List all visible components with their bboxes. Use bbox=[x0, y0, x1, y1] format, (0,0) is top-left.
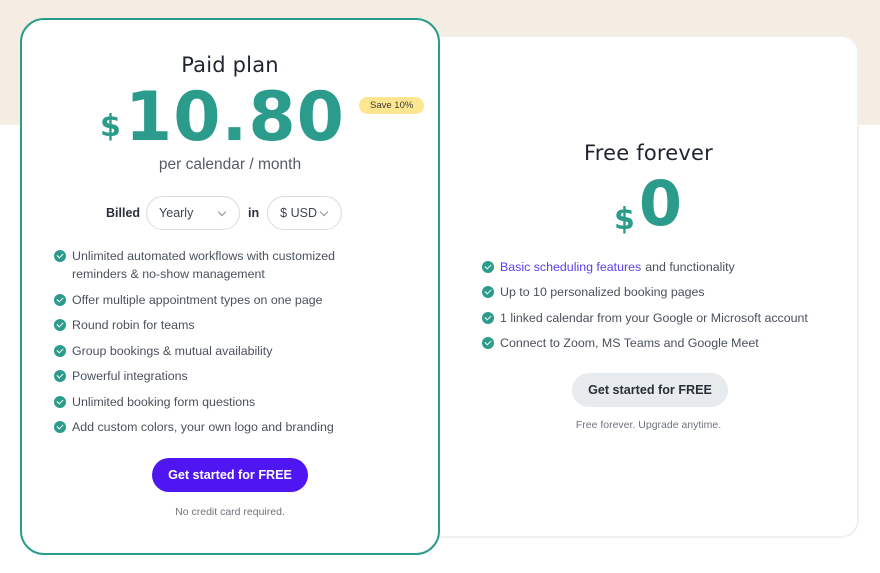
billing-frequency-value: Yearly bbox=[159, 206, 194, 220]
feature-item: Add custom colors, your own logo and bra… bbox=[54, 418, 364, 436]
check-circle-icon bbox=[54, 370, 66, 382]
check-circle-icon bbox=[482, 337, 494, 350]
free-get-started-button[interactable]: Get started for FREE bbox=[572, 373, 728, 407]
currency-symbol: $ bbox=[100, 109, 121, 144]
feature-text: Round robin for teams bbox=[72, 318, 195, 332]
feature-text: Up to 10 personalized booking pages bbox=[500, 285, 705, 300]
in-label: in bbox=[248, 206, 260, 220]
feature-item: Basic scheduling features and functional… bbox=[482, 254, 808, 280]
free-plan-title: Free forever bbox=[584, 141, 713, 165]
feature-text: and functionality bbox=[645, 259, 735, 274]
feature-text: Powerful integrations bbox=[72, 369, 188, 383]
feature-item: Connect to Zoom, MS Teams and Google Mee… bbox=[482, 331, 808, 357]
save-badge: Save 10% bbox=[359, 97, 425, 114]
check-circle-icon bbox=[482, 260, 494, 273]
check-circle-icon bbox=[54, 344, 66, 357]
paid-plan-title: Paid plan bbox=[181, 53, 279, 77]
currency-value: $ USD bbox=[280, 206, 317, 220]
check-circle-icon bbox=[54, 421, 66, 433]
price-period: per calendar / month bbox=[158, 156, 302, 173]
feature-text: Connect to Zoom, MS Teams and Google Mee… bbox=[500, 336, 759, 351]
feature-item: Unlimited automated workflows with custo… bbox=[54, 247, 364, 283]
price-amount: 0 bbox=[638, 167, 683, 240]
billing-frequency-select[interactable]: Yearly bbox=[146, 196, 241, 230]
check-circle-icon bbox=[54, 319, 66, 331]
feature-item: Offer multiple appointment types on one … bbox=[54, 291, 364, 309]
check-circle-icon bbox=[54, 250, 66, 262]
paid-plan-features: Unlimited automated workflows with custo… bbox=[54, 247, 364, 444]
check-circle-icon bbox=[54, 293, 66, 306]
check-circle-icon bbox=[54, 395, 66, 408]
feature-text: Group bookings & mutual availability bbox=[72, 343, 273, 358]
chevron-down-icon bbox=[319, 207, 329, 216]
currency-symbol: $ bbox=[613, 202, 635, 237]
feature-item: 1 linked calendar from your Google or Mi… bbox=[482, 305, 808, 331]
basic-scheduling-link[interactable]: Basic scheduling features bbox=[500, 260, 641, 274]
currency-select[interactable]: $ USD bbox=[267, 196, 343, 230]
free-plan-price: $0 bbox=[440, 167, 857, 240]
free-plan-card: Free forever $0 Basic scheduling feature… bbox=[414, 35, 859, 538]
paid-plan-note: No credit card required. bbox=[175, 506, 285, 518]
feature-text: Offer multiple appointment types on one … bbox=[72, 292, 323, 307]
feature-item: Group bookings & mutual availability bbox=[54, 342, 364, 360]
free-plan-note: Free forever. Upgrade anytime. bbox=[575, 419, 722, 431]
feature-item: Up to 10 personalized booking pages bbox=[482, 280, 808, 306]
feature-text: 1 linked calendar from your Google or Mi… bbox=[500, 310, 808, 325]
feature-item: Unlimited booking form questions bbox=[54, 393, 364, 411]
check-circle-icon bbox=[482, 286, 494, 299]
feature-text: Add custom colors, your own logo and bra… bbox=[72, 420, 334, 434]
paid-plan-card: Paid plan $10.80 Save 10% per calendar /… bbox=[20, 18, 440, 555]
billing-options: Billed Yearly in $ USD bbox=[106, 196, 343, 230]
price-amount: 10.80 bbox=[124, 78, 345, 157]
feature-item: Powerful integrations bbox=[54, 367, 364, 385]
paid-get-started-button[interactable]: Get started for FREE bbox=[152, 458, 308, 492]
feature-text: Unlimited booking form questions bbox=[72, 394, 256, 409]
check-circle-icon bbox=[482, 311, 494, 324]
feature-item: Round robin for teams bbox=[54, 316, 364, 334]
chevron-down-icon bbox=[217, 207, 227, 216]
free-plan-features: Basic scheduling features and functional… bbox=[482, 254, 808, 356]
paid-plan-price: $10.80 bbox=[100, 78, 345, 157]
feature-text: Unlimited automated workflows with custo… bbox=[72, 249, 336, 281]
billed-label: Billed bbox=[106, 206, 141, 220]
